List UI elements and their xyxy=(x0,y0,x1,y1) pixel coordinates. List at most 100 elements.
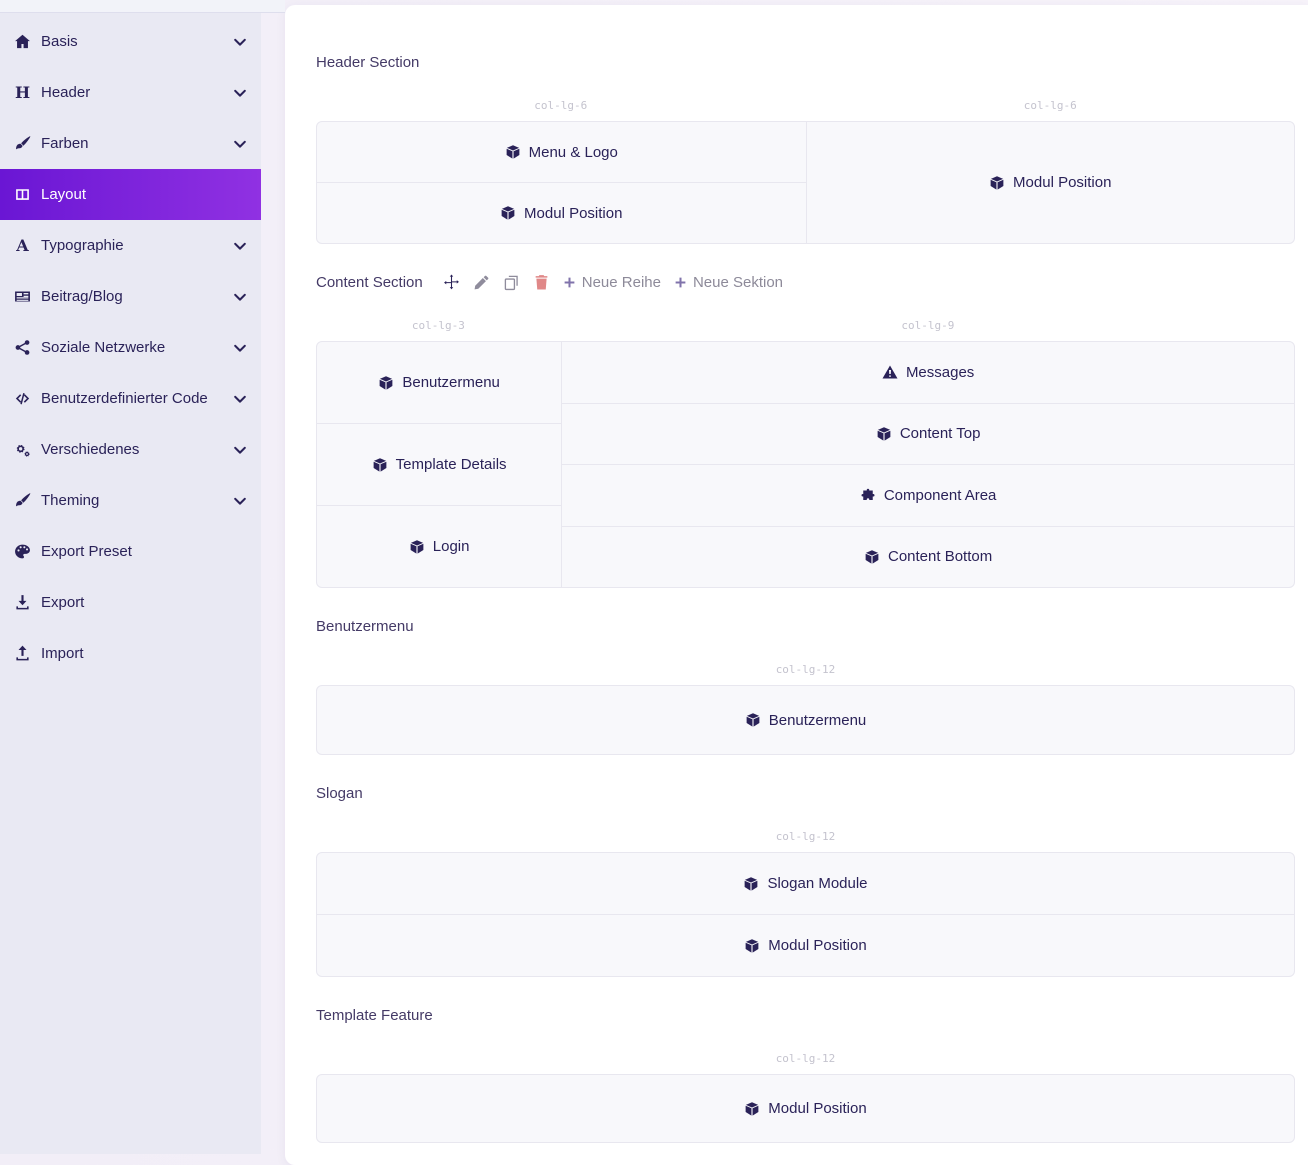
column-width-label: col-lg-6 xyxy=(316,99,806,113)
sidebar-item-typographie[interactable]: A Typographie xyxy=(0,220,261,271)
builder-column: Slogan Module Modul Position xyxy=(317,853,1294,976)
pencil-icon[interactable] xyxy=(473,274,490,291)
move-icon[interactable] xyxy=(443,274,460,291)
module-cell-content-top[interactable]: Content Top xyxy=(562,403,1294,465)
sidebar-item-header[interactable]: H Header xyxy=(0,67,261,118)
module-cell-label: Benutzermenu xyxy=(769,712,867,729)
builder-section-header: Header Section col-lg-6 col-lg-6 Menu & … xyxy=(316,53,1295,244)
sidebar-item-layout[interactable]: Layout xyxy=(0,169,261,220)
module-cell-label: Benutzermenu xyxy=(402,374,500,391)
module-cell-label: Content Top xyxy=(900,425,981,442)
module-cell-template-details[interactable]: Template Details xyxy=(317,423,561,505)
sidebar-item-farben[interactable]: Farben xyxy=(0,118,261,169)
sidebar-item-label: Import xyxy=(41,645,247,662)
module-cell-messages[interactable]: Messages xyxy=(562,342,1294,403)
builder-section-template-feature: Template Feature col-lg-12 Modul Positio… xyxy=(316,1006,1295,1143)
chevron-down-icon xyxy=(233,35,247,49)
sidebar-item-label: Export xyxy=(41,594,247,611)
heading-icon: H xyxy=(9,85,36,101)
plus-icon xyxy=(563,276,576,289)
download-icon xyxy=(9,594,36,611)
module-cell-label: Modul Position xyxy=(1013,174,1111,191)
sidebar-item-beitrag-blog[interactable]: Beitrag/Blog xyxy=(0,271,261,322)
section-title: Benutzermenu xyxy=(316,618,414,635)
new-row-button[interactable]: Neue Reihe xyxy=(563,274,661,291)
sidebar-item-export[interactable]: Export xyxy=(0,577,261,628)
builder-column: Benutzermenu xyxy=(317,686,1294,754)
sidebar-item-import[interactable]: Import xyxy=(0,628,261,679)
section-title: Template Feature xyxy=(316,1007,433,1024)
module-cell-benutzermenu[interactable]: Benutzermenu xyxy=(317,686,1294,754)
sidebar-item-theming[interactable]: Theming xyxy=(0,475,261,526)
chevron-down-icon xyxy=(233,239,247,253)
cube-icon xyxy=(505,144,521,160)
new-row-label: Neue Reihe xyxy=(582,274,661,291)
chevron-down-icon xyxy=(233,290,247,304)
copy-icon[interactable] xyxy=(503,274,520,291)
sidebar-item-label: Header xyxy=(41,84,233,101)
sidebar-item-label: Verschiedenes xyxy=(41,441,233,458)
builder-row: Menu & Logo Modul Position Modul Positio… xyxy=(316,121,1295,244)
builder-row: Slogan Module Modul Position xyxy=(316,852,1295,977)
column-width-label: col-lg-3 xyxy=(316,319,561,333)
cube-icon xyxy=(744,938,760,954)
home-icon xyxy=(9,33,36,50)
cube-icon xyxy=(743,876,759,892)
module-cell-menu-logo[interactable]: Menu & Logo xyxy=(317,122,806,182)
sidebar-item-benutzerdefinierter-code[interactable]: Benutzerdefinierter Code xyxy=(0,373,261,424)
new-section-button[interactable]: Neue Sektion xyxy=(674,274,783,291)
module-cell-modul-position[interactable]: Modul Position xyxy=(317,1075,1294,1142)
module-cell-label: Menu & Logo xyxy=(529,144,618,161)
layout-builder-panel: Header Section col-lg-6 col-lg-6 Menu & … xyxy=(285,5,1308,1165)
font-icon: A xyxy=(9,238,36,254)
column-width-label: col-lg-9 xyxy=(561,319,1295,333)
sidebar-item-basis[interactable]: Basis xyxy=(0,16,261,67)
sidebar-item-export-preset[interactable]: Export Preset xyxy=(0,526,261,577)
paintbrush-icon xyxy=(9,492,36,509)
warning-icon xyxy=(882,364,898,380)
chevron-down-icon xyxy=(233,137,247,151)
topbar-edge xyxy=(0,0,285,13)
trash-icon[interactable] xyxy=(533,274,550,291)
module-cell-label: Messages xyxy=(906,364,974,381)
builder-column: Modul Position xyxy=(317,1075,1294,1142)
module-cell-component-area[interactable]: Component Area xyxy=(562,464,1294,526)
column-width-label: col-lg-12 xyxy=(316,663,1295,677)
module-cell-modul-position[interactable]: Modul Position xyxy=(807,122,1295,243)
builder-column: Benutzermenu Template Details Login xyxy=(317,342,561,587)
module-cell-modul-position[interactable]: Modul Position xyxy=(317,914,1294,976)
chevron-down-icon xyxy=(233,494,247,508)
sidebar-item-verschiedenes[interactable]: Verschiedenes xyxy=(0,424,261,475)
sidebar-item-label: Beitrag/Blog xyxy=(41,288,233,305)
builder-column: Modul Position xyxy=(806,122,1295,243)
builder-section-slogan: Slogan col-lg-12 Slogan Module Modul Pos… xyxy=(316,784,1295,977)
columns-icon xyxy=(9,186,36,203)
module-cell-content-bottom[interactable]: Content Bottom xyxy=(562,526,1294,588)
sidebar-item-label: Typographie xyxy=(41,237,233,254)
builder-row: Benutzermenu xyxy=(316,685,1295,755)
cogs-icon xyxy=(9,441,36,458)
sidebar-item-label: Soziale Netzwerke xyxy=(41,339,233,356)
cube-icon xyxy=(745,712,761,728)
chevron-down-icon xyxy=(233,341,247,355)
upload-icon xyxy=(9,645,36,662)
share-icon xyxy=(9,339,36,356)
module-cell-login[interactable]: Login xyxy=(317,505,561,587)
cube-icon xyxy=(989,175,1005,191)
module-cell-label: Login xyxy=(433,538,470,555)
sidebar-item-label: Layout xyxy=(41,186,247,203)
module-cell-modul-position[interactable]: Modul Position xyxy=(317,182,806,243)
section-title: Header Section xyxy=(316,54,419,71)
module-cell-label: Content Bottom xyxy=(888,548,992,565)
builder-section-content: Content Section Neue Reihe Neue Sektion … xyxy=(316,273,1295,588)
column-width-label: col-lg-12 xyxy=(316,1052,1295,1066)
cube-icon xyxy=(378,375,394,391)
cube-icon xyxy=(409,539,425,555)
code-icon xyxy=(9,390,36,407)
module-cell-label: Modul Position xyxy=(524,205,622,222)
sidebar-item-soziale-netzwerke[interactable]: Soziale Netzwerke xyxy=(0,322,261,373)
module-cell-label: Modul Position xyxy=(768,1100,866,1117)
module-cell-slogan-module[interactable]: Slogan Module xyxy=(317,853,1294,914)
chevron-down-icon xyxy=(233,392,247,406)
module-cell-benutzermenu[interactable]: Benutzermenu xyxy=(317,342,561,423)
